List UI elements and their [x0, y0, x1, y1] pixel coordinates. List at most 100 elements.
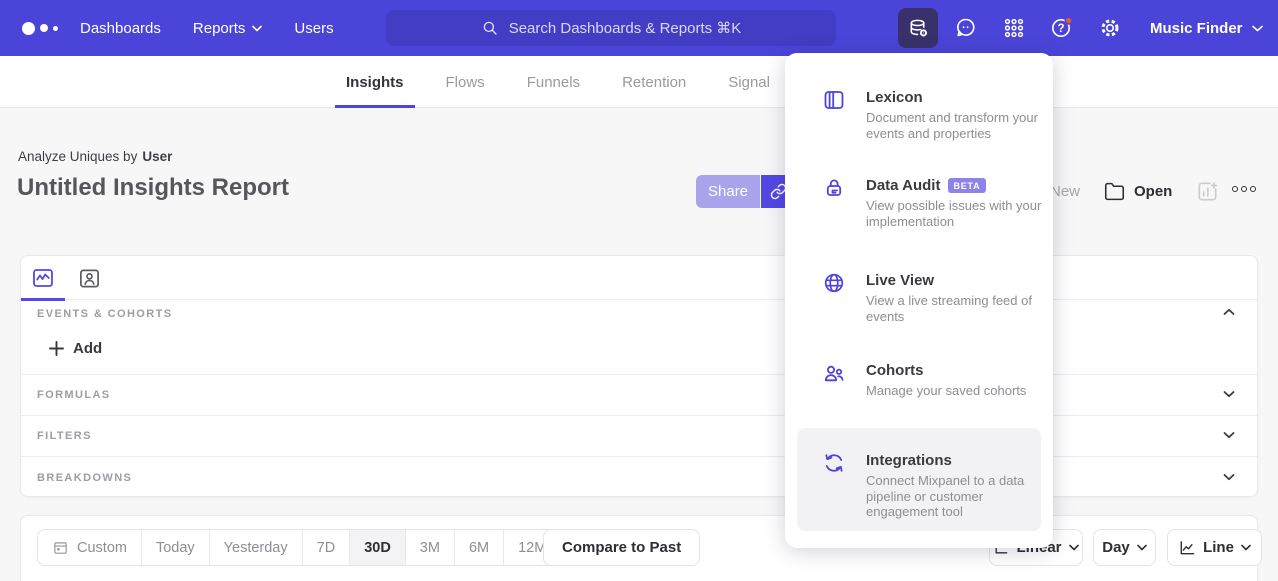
- cohorts-users-icon: [822, 361, 846, 385]
- subtitle-prefix: Analyze Uniques by: [18, 149, 137, 164]
- range-yesterday[interactable]: Yesterday: [209, 530, 302, 565]
- help-icon: ?: [1049, 15, 1075, 41]
- tab-user-profiles[interactable]: [67, 256, 111, 300]
- nav-item-users[interactable]: Users: [294, 20, 333, 37]
- menu-item-title: Live View: [866, 272, 934, 289]
- new-report-button[interactable]: New: [1050, 175, 1080, 208]
- database-gear-icon: [907, 17, 930, 40]
- integrations-sync-icon: [822, 451, 846, 475]
- gear-icon: [1098, 16, 1122, 40]
- formulas-section-row[interactable]: FORMULAS: [21, 374, 1257, 415]
- collapse-events-chevron-icon[interactable]: [1223, 308, 1235, 316]
- project-name: Music Finder: [1150, 20, 1243, 37]
- search-placeholder: Search Dashboards & Reports ⌘K: [509, 19, 742, 37]
- range-label: 30D: [364, 540, 391, 556]
- events-cohorts-section-label[interactable]: EVENTS & COHORTS: [37, 308, 172, 320]
- range-label: Custom: [77, 540, 127, 556]
- settings-button[interactable]: [1090, 8, 1130, 48]
- open-label: Open: [1134, 183, 1172, 200]
- expand-formulas-chevron-icon[interactable]: [1223, 390, 1235, 398]
- range-today[interactable]: Today: [141, 530, 209, 565]
- chart-type-label: Line: [1203, 539, 1234, 556]
- share-button[interactable]: Share: [696, 175, 760, 208]
- subtitle-measure[interactable]: User: [142, 149, 172, 164]
- chart-type-select-button[interactable]: Line: [1167, 529, 1262, 566]
- interval-select-button[interactable]: Day: [1093, 529, 1156, 566]
- main-nav: Dashboards Reports Users: [80, 0, 334, 56]
- tab-label: Insights: [346, 74, 404, 91]
- menu-item-description: Document and transform your events and p…: [866, 110, 1042, 141]
- line-chart-icon: [1178, 539, 1196, 557]
- breakdowns-section-label: BREAKDOWNS: [37, 472, 132, 484]
- range-7d[interactable]: 7D: [302, 530, 350, 565]
- menu-item-description: View a live streaming feed of events: [866, 293, 1042, 324]
- chevron-down-icon: [1069, 544, 1079, 551]
- chevron-down-icon: [1252, 25, 1263, 32]
- menu-item-title: Integrations: [866, 452, 952, 469]
- more-options-button[interactable]: [1232, 186, 1256, 192]
- open-report-button[interactable]: Open: [1104, 175, 1172, 208]
- breakdowns-section-row[interactable]: BREAKDOWNS: [21, 456, 1257, 498]
- add-event-button[interactable]: Add: [49, 340, 102, 357]
- range-6m[interactable]: 6M: [454, 530, 503, 565]
- chart-toolbar-panel: Custom Today Yesterday 7D 30D 3M 6M 12M …: [20, 515, 1258, 581]
- notification-dot: [1065, 17, 1072, 24]
- tab-label: Funnels: [527, 74, 580, 91]
- report-title[interactable]: Untitled Insights Report: [17, 174, 289, 202]
- expand-filters-chevron-icon[interactable]: [1223, 431, 1235, 439]
- formulas-section-label: FORMULAS: [37, 389, 111, 401]
- range-label: 3M: [420, 540, 440, 556]
- range-label: 7D: [317, 540, 336, 556]
- add-label: Add: [73, 340, 102, 357]
- compare-to-past-button[interactable]: Compare to Past: [543, 529, 700, 566]
- tab-metrics-chart[interactable]: [21, 256, 65, 300]
- tab-signal[interactable]: Signal: [707, 56, 791, 108]
- feedback-button[interactable]: [946, 8, 986, 48]
- nav-item-label: Dashboards: [80, 20, 161, 37]
- project-switcher[interactable]: Music Finder: [1150, 0, 1263, 56]
- nav-item-label: Users: [294, 20, 333, 37]
- active-panel-tab-underline: [21, 298, 65, 301]
- globe-icon: [822, 271, 846, 295]
- chat-bubble-icon: [954, 16, 978, 40]
- svg-text:?: ?: [1057, 23, 1064, 35]
- interval-label: Day: [1102, 539, 1130, 556]
- filters-section-label: FILTERS: [37, 430, 92, 442]
- expand-breakdowns-chevron-icon[interactable]: [1223, 473, 1235, 481]
- add-to-dashboard-button[interactable]: [1196, 175, 1219, 208]
- top-navbar: Dashboards Reports Users Search Dashboar…: [0, 0, 1278, 56]
- implementation-menu-button[interactable]: [898, 8, 938, 48]
- range-custom[interactable]: Custom: [38, 530, 141, 565]
- tab-label: Flows: [446, 74, 485, 91]
- query-panel-tabs: [21, 256, 1257, 300]
- menu-item-description: View possible issues with your implement…: [866, 198, 1042, 229]
- mixpanel-logo[interactable]: [22, 0, 58, 56]
- range-30d[interactable]: 30D: [349, 530, 405, 565]
- tab-funnels[interactable]: Funnels: [506, 56, 601, 108]
- calendar-icon: [52, 539, 69, 556]
- tab-insights[interactable]: Insights: [325, 56, 425, 108]
- nav-item-dashboards[interactable]: Dashboards: [80, 20, 161, 37]
- chevron-down-icon: [252, 25, 262, 32]
- query-builder-panel: EVENTS & COHORTS Add FORMULAS FILTERS BR…: [20, 255, 1258, 497]
- beta-badge: BETA: [948, 178, 985, 193]
- range-label: Yesterday: [224, 540, 288, 556]
- nav-item-label: Reports: [193, 20, 246, 37]
- report-type-nav: Insights Flows Funnels Retention Signal …: [0, 56, 1278, 108]
- user-profile-icon: [78, 267, 101, 290]
- menu-item-title: Data Audit: [866, 177, 940, 194]
- lexicon-icon: [822, 88, 846, 112]
- tab-label: Signal: [728, 74, 770, 91]
- filters-section-row[interactable]: FILTERS: [21, 415, 1257, 456]
- share-button-group: Share: [696, 175, 796, 208]
- help-button[interactable]: ?: [1042, 8, 1082, 48]
- nav-item-reports[interactable]: Reports: [193, 20, 263, 37]
- search-input[interactable]: Search Dashboards & Reports ⌘K: [386, 10, 836, 46]
- tab-retention[interactable]: Retention: [601, 56, 707, 108]
- tab-flows[interactable]: Flows: [425, 56, 506, 108]
- menu-item-title: Cohorts: [866, 362, 924, 379]
- range-label: 6M: [469, 540, 489, 556]
- range-3m[interactable]: 3M: [405, 530, 454, 565]
- search-icon: [481, 19, 499, 37]
- apps-grid-button[interactable]: [994, 8, 1034, 48]
